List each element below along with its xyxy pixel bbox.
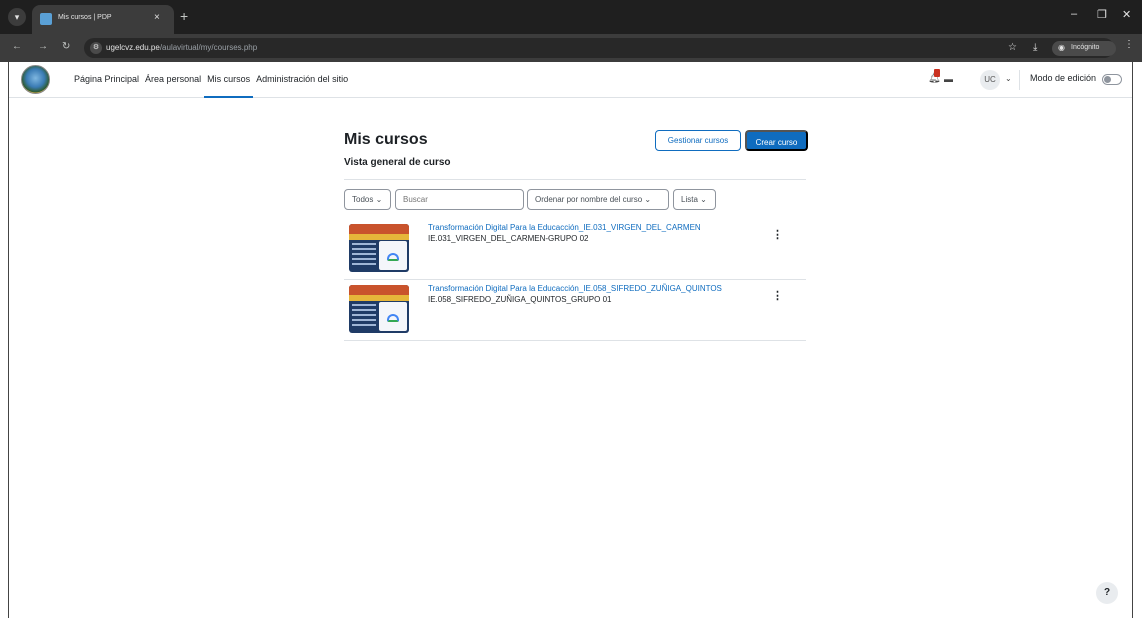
browser-menu-icon[interactable]: ⋮ (1124, 39, 1134, 50)
tab-search-icon[interactable]: ▾ (8, 8, 26, 26)
site-logo[interactable] (21, 65, 50, 94)
user-menu-chevron-icon[interactable]: ⌄ (1005, 74, 1012, 83)
url-text[interactable]: ugelcvz.edu.pe/aulavirtual/my/courses.ph… (106, 43, 257, 52)
page-title: Mis cursos (344, 131, 428, 148)
nav-dashboard[interactable]: Área personal (142, 62, 204, 98)
tab-title: Mis cursos | PDP (58, 14, 112, 21)
edit-mode-label: Modo de edición (1030, 73, 1097, 83)
incognito-label: Incógnito (1071, 44, 1100, 51)
toggle-knob (1104, 76, 1111, 83)
course-name-link[interactable]: Transformación Digital Para la Educacció… (428, 284, 722, 293)
course-image[interactable] (349, 285, 409, 333)
tab-close-icon[interactable]: × (154, 12, 160, 23)
page-viewport: Página Principal Área personal Mis curso… (8, 62, 1133, 618)
browser-tab[interactable]: Mis cursos | PDP × (32, 5, 174, 34)
browser-toolbar: ← → ↻ ⚙ ugelcvz.edu.pe/aulavirtual/my/co… (0, 34, 1142, 62)
messages-chat-icon[interactable]: ▬ (944, 74, 953, 84)
nav-site-admin[interactable]: Administración del sitio (253, 62, 351, 98)
section-divider (344, 179, 806, 180)
course-category: IE.058_SIFREDO_ZUÑIGA_QUINTOS_GRUPO 01 (428, 295, 612, 304)
course-actions-menu-icon[interactable]: ⋮ (772, 289, 783, 302)
view-dropdown[interactable]: Lista ⌄ (673, 189, 716, 210)
browser-tab-bar: ▾ Mis cursos | PDP × + – ❐ ✕ (0, 0, 1142, 34)
forward-icon[interactable]: → (38, 41, 48, 52)
incognito-indicator[interactable]: ◉ Incógnito (1052, 41, 1116, 56)
search-input[interactable] (395, 189, 524, 210)
chevron-down-icon: ⌄ (700, 195, 707, 204)
help-button[interactable]: ? (1096, 582, 1118, 604)
bookmark-star-icon[interactable]: ☆ (1008, 42, 1017, 53)
manage-courses-button[interactable]: Gestionar cursos (655, 130, 741, 151)
incognito-icon: ◉ (1058, 43, 1065, 52)
course-list-item: Transformación Digital Para la Educacció… (344, 219, 806, 280)
notification-badge (934, 69, 940, 77)
download-icon[interactable]: ⤓ (1033, 42, 1037, 53)
course-actions-menu-icon[interactable]: ⋮ (772, 228, 783, 241)
window-close-icon[interactable]: ✕ (1122, 8, 1131, 21)
sort-dropdown[interactable]: Ordenar por nombre del curso ⌄ (527, 189, 669, 210)
restore-icon[interactable]: ❐ (1097, 8, 1107, 21)
primary-navigation: Página Principal Área personal Mis curso… (71, 62, 351, 98)
user-avatar[interactable]: UC (980, 70, 1000, 90)
back-icon[interactable]: ← (12, 41, 22, 52)
grouping-dropdown[interactable]: Todos ⌄ (344, 189, 391, 210)
course-name-link[interactable]: Transformación Digital Para la Educacció… (428, 223, 701, 232)
chevron-down-icon: ⌄ (375, 195, 383, 204)
edit-mode-toggle[interactable] (1102, 74, 1122, 85)
reload-icon[interactable]: ↻ (62, 41, 70, 52)
course-image[interactable] (349, 224, 409, 272)
section-title: Vista general de curso (344, 157, 451, 168)
minimize-icon[interactable]: – (1071, 8, 1077, 20)
create-course-button[interactable]: Crear curso (745, 130, 808, 151)
site-info-icon[interactable]: ⚙ (90, 42, 102, 54)
nav-my-courses[interactable]: Mis cursos (204, 62, 254, 98)
new-tab-icon[interactable]: + (180, 8, 188, 24)
chevron-down-icon: ⌄ (644, 195, 652, 204)
course-list-item: Transformación Digital Para la Educacció… (344, 280, 806, 341)
nav-home[interactable]: Página Principal (71, 62, 142, 98)
address-bar[interactable]: ⚙ ugelcvz.edu.pe/aulavirtual/my/courses.… (84, 38, 1116, 58)
favicon-icon (40, 13, 52, 25)
course-category: IE.031_VIRGEN_DEL_CARMEN-GRUPO 02 (428, 234, 589, 243)
site-navbar: Página Principal Área personal Mis curso… (9, 62, 1132, 98)
navbar-divider (1019, 70, 1020, 90)
